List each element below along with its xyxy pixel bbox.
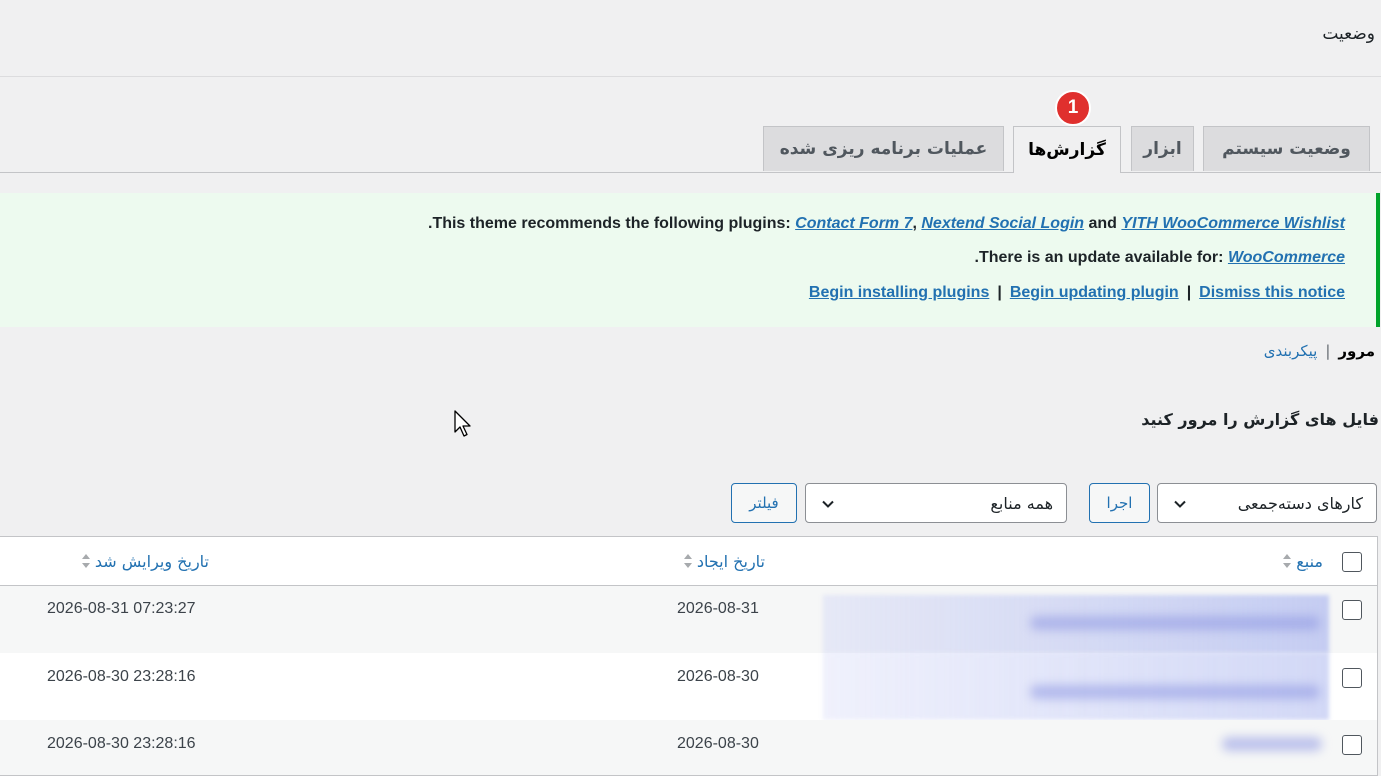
top-bar — [0, 0, 1381, 77]
table-header: منبع تاریخ ایجاد تاریخ ویرایش شد — [0, 537, 1377, 586]
yith-wishlist-link[interactable]: YITH WooCommerce Wishlist — [1121, 215, 1345, 232]
mouse-cursor-icon — [454, 410, 471, 437]
chevron-down-icon — [1174, 500, 1186, 508]
redacted-text — [1030, 685, 1320, 699]
modified-date: 2026-08-31 07:23:27 — [47, 600, 196, 617]
source-filter-select[interactable]: همه منابع — [805, 483, 1067, 523]
subnav-browse: مرور — [1338, 342, 1375, 360]
notification-badge: 1 — [1055, 90, 1091, 126]
column-source[interactable]: منبع — [1278, 551, 1323, 571]
select-all-checkbox[interactable] — [1342, 552, 1362, 572]
created-date: 2026-08-31 — [677, 600, 759, 617]
row-checkbox[interactable] — [1342, 735, 1362, 755]
woocommerce-link[interactable]: WooCommerce — [1228, 249, 1345, 266]
column-modified[interactable]: تاریخ ویرایش شد — [77, 551, 209, 571]
modified-date: 2026-08-30 23:28:16 — [47, 735, 196, 752]
tab-tools[interactable]: ابزار — [1131, 126, 1194, 171]
table-row: 2026-08-30 2026-08-30 23:28:16 — [0, 720, 1377, 775]
dismiss-notice-link[interactable]: Dismiss this notice — [1199, 284, 1345, 301]
sort-icon — [683, 554, 692, 568]
row-checkbox[interactable] — [1342, 668, 1362, 688]
redacted-text — [1030, 616, 1320, 630]
created-date: 2026-08-30 — [677, 735, 759, 752]
begin-updating-plugin-link[interactable]: Begin updating plugin — [1010, 284, 1179, 301]
table-row: 2026-08-30 2026-08-30 23:28:16 — [0, 653, 1377, 720]
tab-system-status[interactable]: وضعیت سیستم — [1203, 126, 1370, 171]
modified-date: 2026-08-30 23:28:16 — [47, 668, 196, 685]
filter-button[interactable]: فیلتر — [731, 483, 797, 523]
nextend-social-login-link[interactable]: Nextend Social Login — [921, 215, 1084, 232]
notice-recommend-line: .This theme recommends the following plu… — [427, 215, 1345, 232]
table-row: 2026-08-31 2026-08-31 07:23:27 — [0, 586, 1377, 653]
apply-button[interactable]: اجرا — [1089, 483, 1150, 523]
notice-actions-line: Begin installing plugins | Begin updating … — [808, 284, 1345, 301]
bulk-actions-select[interactable]: کارهای دسته‌جمعی — [1157, 483, 1377, 523]
view-subnav: مرور|پیکربندی — [1263, 342, 1375, 360]
chevron-down-icon — [822, 500, 834, 508]
column-created[interactable]: تاریخ ایجاد — [679, 551, 765, 571]
row-checkbox[interactable] — [1342, 600, 1362, 620]
subnav-settings-link[interactable]: پیکربندی — [1264, 342, 1318, 360]
contact-form-7-link[interactable]: Contact Form 7 — [795, 215, 912, 232]
tab-logs[interactable]: گزارش‌ها — [1013, 126, 1121, 173]
sort-icon — [1283, 554, 1292, 568]
source-filter-value: همه منابع — [990, 493, 1053, 513]
begin-installing-plugins-link[interactable]: Begin installing plugins — [809, 284, 989, 301]
tabs-divider — [0, 172, 1381, 173]
page-title: وضعیت — [1322, 24, 1375, 44]
redacted-text — [1222, 737, 1322, 751]
notice-update-line: .There is an update available for: WooCo… — [974, 249, 1345, 266]
plugin-notice: .This theme recommends the following plu… — [0, 193, 1380, 327]
sort-icon — [81, 554, 90, 568]
created-date: 2026-08-30 — [677, 668, 759, 685]
section-title: فایل های گزارش را مرور کنید — [1141, 410, 1379, 429]
bulk-actions-value: کارهای دسته‌جمعی — [1237, 493, 1363, 513]
logs-table: منبع تاریخ ایجاد تاریخ ویرایش شد 2026-08… — [0, 536, 1378, 776]
tab-scheduled-actions[interactable]: عملیات برنامه ریزی شده — [763, 126, 1004, 171]
